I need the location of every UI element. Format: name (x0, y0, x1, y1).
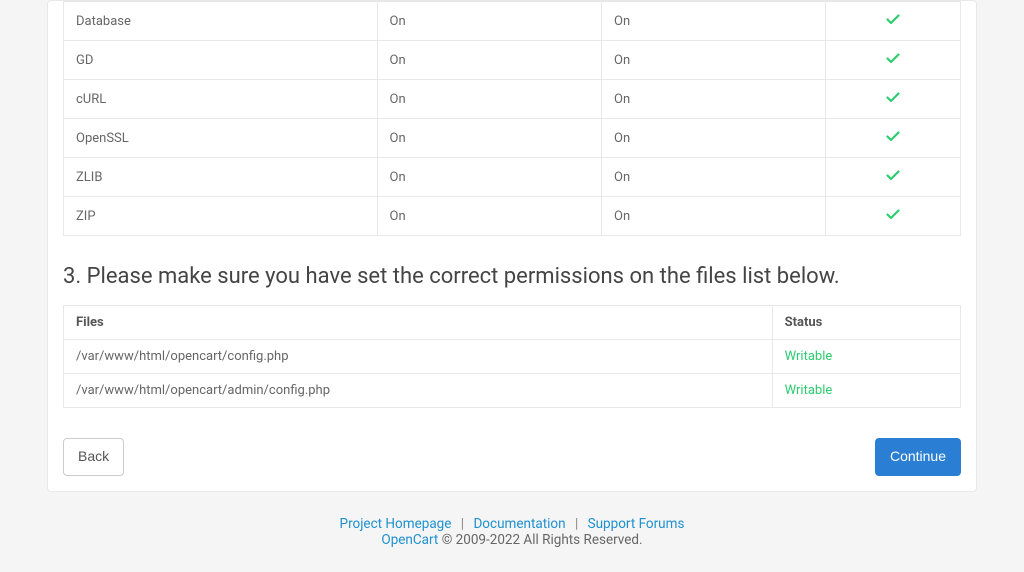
extensions-table: Database On On GD On On (63, 1, 961, 236)
table-row: ZIP On On (64, 197, 961, 236)
ext-current-cell: On (377, 2, 601, 41)
check-icon (885, 11, 901, 27)
footer-forums-link[interactable]: Support Forums (588, 516, 685, 532)
file-path-cell: /var/www/html/opencart/config.php (64, 340, 773, 374)
ext-status-cell (826, 80, 961, 119)
back-button[interactable]: Back (63, 438, 124, 476)
footer: Project Homepage | Documentation | Suppo… (0, 492, 1024, 572)
ext-required-cell: On (602, 41, 826, 80)
ext-required-cell: On (602, 80, 826, 119)
ext-name-cell: ZLIB (64, 158, 378, 197)
check-icon (885, 167, 901, 183)
footer-copyright: © 2009-2022 All Rights Reserved. (438, 532, 642, 548)
ext-status-cell (826, 158, 961, 197)
ext-name-cell: GD (64, 41, 378, 80)
button-row: Back Continue (63, 438, 961, 476)
table-header-row: Files Status (64, 306, 961, 340)
table-row: ZLIB On On (64, 158, 961, 197)
ext-required-cell: On (602, 158, 826, 197)
file-path-cell: /var/www/html/opencart/admin/config.php (64, 374, 773, 408)
check-icon (885, 50, 901, 66)
continue-button[interactable]: Continue (875, 438, 961, 476)
check-icon (885, 89, 901, 105)
footer-docs-link[interactable]: Documentation (473, 516, 565, 532)
ext-current-cell: On (377, 119, 601, 158)
check-icon (885, 206, 901, 222)
footer-brand-link[interactable]: OpenCart (381, 532, 438, 548)
ext-required-cell: On (602, 2, 826, 41)
ext-status-cell (826, 41, 961, 80)
ext-current-cell: On (377, 80, 601, 119)
ext-current-cell: On (377, 197, 601, 236)
ext-required-cell: On (602, 197, 826, 236)
ext-name-cell: ZIP (64, 197, 378, 236)
table-row: /var/www/html/opencart/admin/config.php … (64, 374, 961, 408)
file-status-cell: Writable (772, 374, 960, 408)
footer-separator: | (461, 516, 464, 532)
table-row: OpenSSL On On (64, 119, 961, 158)
install-panel: Database On On GD On On (47, 0, 977, 492)
ext-name-cell: Database (64, 2, 378, 41)
ext-status-cell (826, 2, 961, 41)
ext-status-cell (826, 119, 961, 158)
ext-current-cell: On (377, 41, 601, 80)
footer-separator: | (575, 516, 578, 532)
ext-name-cell: OpenSSL (64, 119, 378, 158)
status-header: Status (772, 306, 960, 340)
ext-required-cell: On (602, 119, 826, 158)
table-row: /var/www/html/opencart/config.php Writab… (64, 340, 961, 374)
table-row: GD On On (64, 41, 961, 80)
check-icon (885, 128, 901, 144)
section-3-heading: 3. Please make sure you have set the cor… (63, 264, 961, 289)
ext-current-cell: On (377, 158, 601, 197)
files-table: Files Status /var/www/html/opencart/conf… (63, 305, 961, 408)
ext-status-cell (826, 197, 961, 236)
files-header: Files (64, 306, 773, 340)
file-status-cell: Writable (772, 340, 960, 374)
table-row: cURL On On (64, 80, 961, 119)
table-row: Database On On (64, 2, 961, 41)
footer-home-link[interactable]: Project Homepage (340, 516, 452, 532)
ext-name-cell: cURL (64, 80, 378, 119)
